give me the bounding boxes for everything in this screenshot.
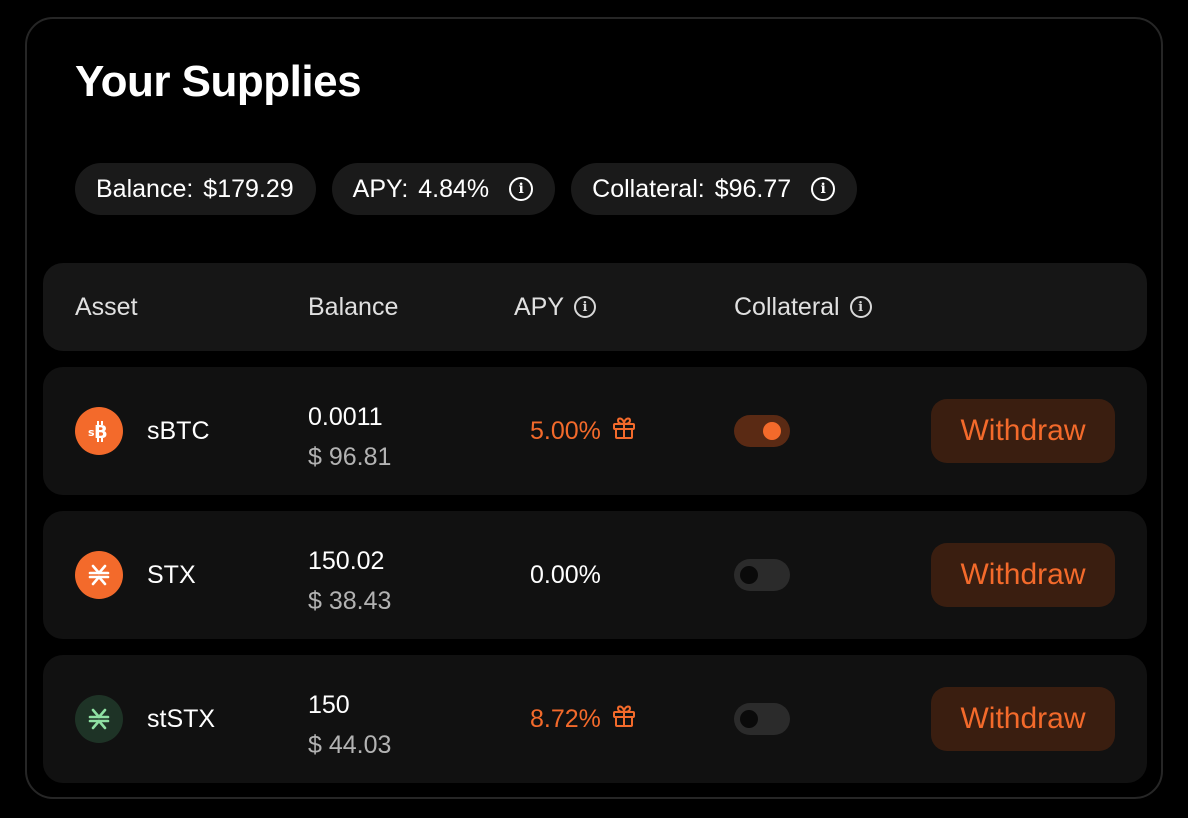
balance-cell: 150 $ 44.03 [308, 685, 391, 765]
header-apy-label: APY [514, 292, 565, 321]
balance-pill: Balance: $179.29 [75, 163, 316, 215]
header-asset-label: Asset [75, 292, 138, 321]
balance-usd: $ 96.81 [308, 443, 392, 471]
apy-value: 8.72% [530, 704, 601, 733]
balance-cell: 0.0011 $ 96.81 [308, 397, 391, 477]
asset-symbol: sBTC [147, 416, 210, 445]
info-icon[interactable]: i [811, 177, 836, 201]
balance-label: Balance: [96, 174, 194, 203]
toggle-knob [763, 422, 781, 440]
withdraw-button[interactable]: Withdraw [931, 399, 1115, 463]
table-header: Asset Balance APY i Collateral i [43, 263, 1147, 351]
balance-amount: 0.0011 [308, 403, 383, 431]
collateral-pill: Collateral: $96.77 i [571, 163, 858, 215]
apy-pill: APY: 4.84% i [331, 163, 556, 215]
supplies-card: Your Supplies Balance: $179.29 APY: 4.84… [25, 17, 1163, 799]
table-row: STX 150.02 $ 38.43 0.00% Withdraw [43, 511, 1147, 639]
balance-usd: $ 38.43 [308, 587, 392, 615]
withdraw-button[interactable]: Withdraw [931, 687, 1115, 751]
balance-amount: 150 [308, 691, 350, 719]
withdraw-button[interactable]: Withdraw [931, 543, 1115, 607]
gift-icon [611, 703, 637, 736]
table-row: stSTX 150 $ 44.03 8.72% Withdraw [43, 655, 1147, 783]
header-balance-label: Balance [308, 292, 399, 321]
apy-value: 0.00% [530, 560, 601, 589]
ststx-token-icon [75, 695, 123, 743]
collateral-toggle[interactable] [734, 415, 790, 447]
summary-pills: Balance: $179.29 APY: 4.84% i Collateral… [75, 163, 858, 215]
sbtc-token-icon: s B [75, 407, 123, 455]
header-asset: Asset [75, 263, 138, 351]
toggle-knob [740, 710, 758, 728]
header-collateral-label: Collateral [734, 292, 840, 321]
header-apy: APY i [514, 263, 597, 351]
apy-label: APY: [352, 174, 409, 203]
apy-cell: 8.72% [530, 655, 637, 783]
balance-value: $179.29 [203, 174, 294, 203]
table-row: s B sBTC 0.0011 $ 96.81 5.00% Withdraw [43, 367, 1147, 495]
gift-icon [611, 415, 637, 448]
info-icon[interactable]: i [509, 177, 534, 201]
svg-text:B: B [94, 422, 108, 443]
collateral-toggle[interactable] [734, 559, 790, 591]
asset-symbol: stSTX [147, 704, 216, 733]
header-collateral: Collateral i [734, 263, 872, 351]
info-icon[interactable]: i [849, 296, 872, 318]
asset-symbol: STX [147, 560, 196, 589]
balance-usd: $ 44.03 [308, 731, 392, 759]
apy-value: 4.84% [418, 174, 490, 203]
apy-cell: 0.00% [530, 511, 601, 639]
collateral-toggle[interactable] [734, 703, 790, 735]
collateral-label: Collateral: [592, 174, 705, 203]
header-balance: Balance [308, 263, 398, 351]
toggle-knob [740, 566, 758, 584]
page-title: Your Supplies [75, 57, 362, 106]
stx-token-icon [75, 551, 123, 599]
balance-cell: 150.02 $ 38.43 [308, 541, 391, 621]
info-icon[interactable]: i [574, 296, 597, 318]
apy-value: 5.00% [530, 416, 601, 445]
balance-amount: 150.02 [308, 547, 385, 575]
apy-cell: 5.00% [530, 367, 637, 495]
collateral-value: $96.77 [714, 174, 792, 203]
